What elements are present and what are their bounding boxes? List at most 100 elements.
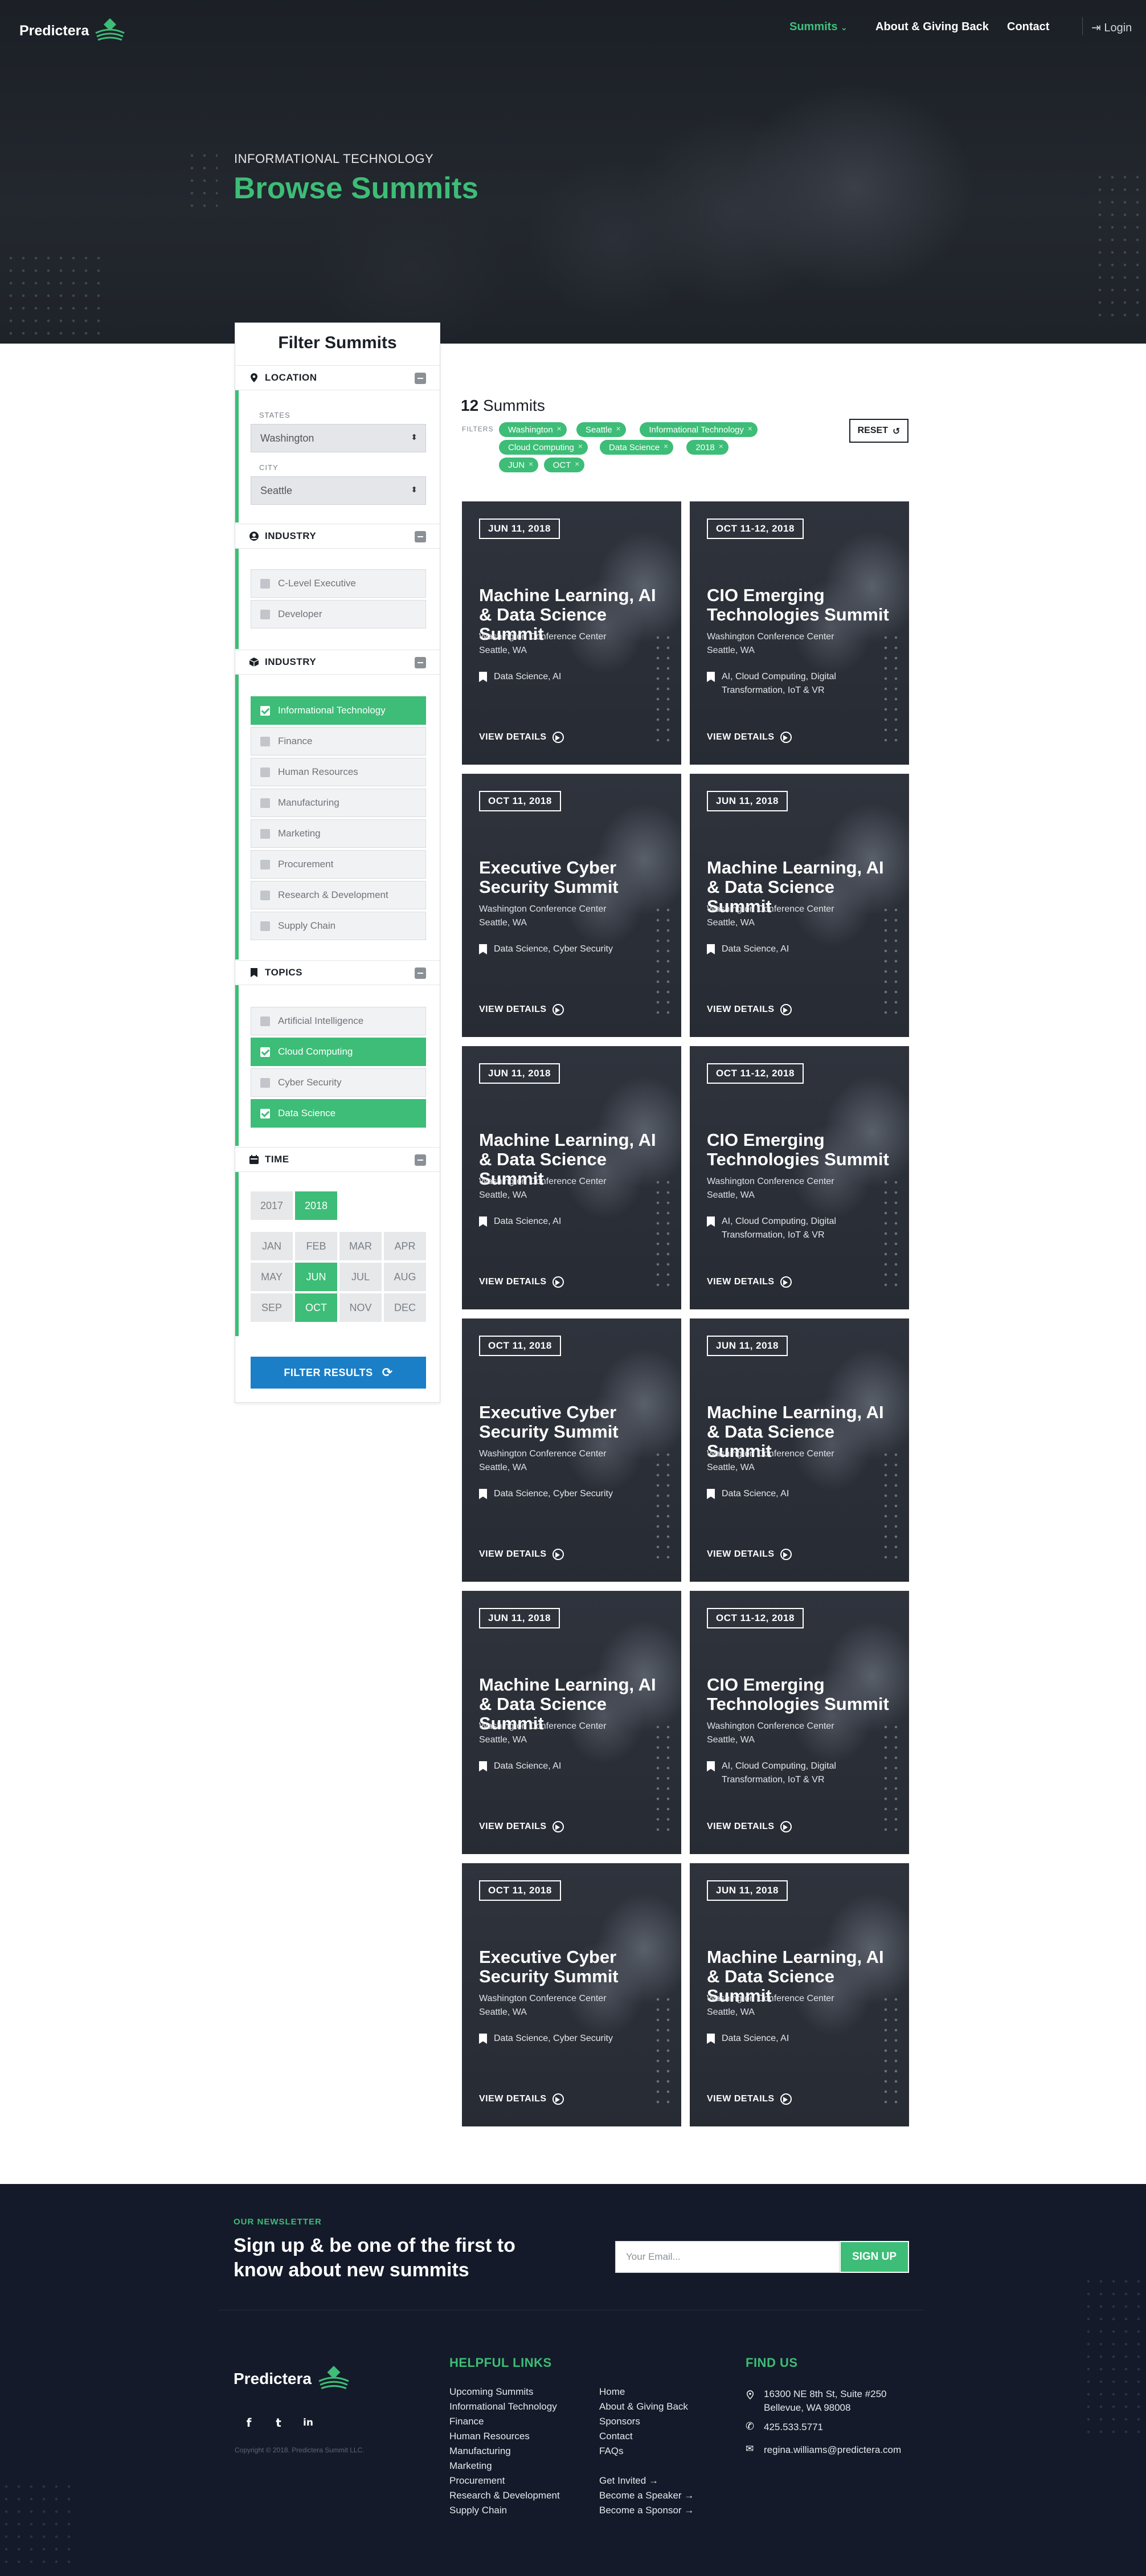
filter-results-button[interactable]: FILTER RESULTS ⟳: [251, 1357, 426, 1389]
summit-card[interactable]: JUN 11, 2018 Machine Learning, AI & Data …: [690, 1863, 909, 2126]
checkbox-developer[interactable]: Developer: [251, 600, 426, 628]
view-details-link[interactable]: VIEW DETAILS: [479, 1549, 564, 1560]
linkedin-icon[interactable]: in: [298, 2413, 318, 2432]
view-details-link[interactable]: VIEW DETAILS: [479, 1821, 564, 1832]
card-title[interactable]: CIO Emerging Technologies Summit: [707, 1675, 901, 1714]
month-dec[interactable]: DEC: [384, 1293, 426, 1322]
footer-link[interactable]: Manufacturing: [449, 2446, 511, 2457]
month-apr[interactable]: APR: [384, 1232, 426, 1260]
summit-card[interactable]: JUN 11, 2018 Machine Learning, AI & Data …: [690, 1318, 909, 1582]
footer-link[interactable]: Home: [599, 2386, 625, 2398]
section-location-header[interactable]: LOCATION: [235, 365, 440, 390]
summit-card[interactable]: OCT 11-12, 2018 CIO Emerging Technologies…: [690, 501, 909, 765]
month-oct[interactable]: OCT: [295, 1293, 337, 1322]
states-select[interactable]: Washington ⬍: [251, 424, 426, 452]
checkbox-procurement[interactable]: Procurement: [251, 850, 426, 879]
view-details-link[interactable]: VIEW DETAILS: [479, 1276, 564, 1288]
filter-tag[interactable]: 2018: [686, 440, 728, 455]
checkbox-manufacturing[interactable]: Manufacturing: [251, 789, 426, 817]
summit-card[interactable]: JUN 11, 2018 Machine Learning, AI & Data …: [462, 1046, 681, 1309]
view-details-link[interactable]: VIEW DETAILS: [479, 1004, 564, 1015]
collapse-icon[interactable]: [415, 373, 426, 384]
card-title[interactable]: CIO Emerging Technologies Summit: [707, 586, 901, 624]
checkbox-human-resources[interactable]: Human Resources: [251, 758, 426, 786]
filter-tag[interactable]: Seattle: [576, 422, 626, 437]
collapse-icon[interactable]: [415, 1154, 426, 1166]
footer-link[interactable]: Upcoming Summits: [449, 2386, 533, 2398]
city-select[interactable]: Seattle ⬍: [251, 476, 426, 505]
nav-login[interactable]: ⇥ Login: [1091, 21, 1132, 35]
checkbox-informational-technology[interactable]: Informational Technology: [251, 696, 426, 725]
nav-summits[interactable]: Summits ⌄: [789, 21, 848, 34]
view-details-link[interactable]: VIEW DETAILS: [707, 1276, 792, 1288]
collapse-icon[interactable]: [415, 967, 426, 979]
summit-card[interactable]: JUN 11, 2018 Machine Learning, AI & Data …: [462, 501, 681, 765]
view-details-link[interactable]: VIEW DETAILS: [707, 2093, 792, 2105]
summit-card[interactable]: OCT 11, 2018 Executive Cyber Security Sum…: [462, 1863, 681, 2126]
filter-tag[interactable]: Data Science: [600, 440, 674, 455]
month-aug[interactable]: AUG: [384, 1263, 426, 1291]
footer-link[interactable]: Sponsors: [599, 2416, 640, 2427]
twitter-icon[interactable]: t: [269, 2413, 288, 2432]
card-title[interactable]: Executive Cyber Security Summit: [479, 1948, 673, 1986]
month-jul[interactable]: JUL: [339, 1263, 382, 1291]
footer-link[interactable]: Procurement: [449, 2475, 505, 2487]
section-topics-header[interactable]: TOPICS: [235, 960, 440, 985]
checkbox-artificial-intelligence[interactable]: Artificial Intelligence: [251, 1007, 426, 1035]
checkbox-cloud-computing[interactable]: Cloud Computing: [251, 1038, 426, 1066]
checkbox-c-level-executive[interactable]: C-Level Executive: [251, 569, 426, 598]
footer-link[interactable]: Research & Development: [449, 2490, 560, 2501]
footer-cta-link[interactable]: Become a Sponsor →: [599, 2505, 694, 2516]
newsletter-signup-button[interactable]: SIGN UP: [840, 2241, 909, 2273]
filter-tag[interactable]: Cloud Computing: [499, 440, 588, 455]
section-industry-header[interactable]: INDUSTRY: [235, 650, 440, 675]
footer-logo[interactable]: Predictera: [234, 2365, 351, 2393]
footer-link[interactable]: Marketing: [449, 2460, 492, 2472]
month-jan[interactable]: JAN: [251, 1232, 293, 1260]
view-details-link[interactable]: VIEW DETAILS: [707, 1004, 792, 1015]
summit-card[interactable]: OCT 11-12, 2018 CIO Emerging Technologies…: [690, 1591, 909, 1854]
footer-link[interactable]: Finance: [449, 2416, 484, 2427]
checkbox-data-science[interactable]: Data Science: [251, 1099, 426, 1128]
facebook-icon[interactable]: f: [239, 2413, 259, 2432]
footer-link[interactable]: Supply Chain: [449, 2505, 507, 2516]
filter-tag[interactable]: Washington: [499, 422, 567, 437]
section-time-header[interactable]: TIME: [235, 1147, 440, 1172]
card-title[interactable]: CIO Emerging Technologies Summit: [707, 1130, 901, 1169]
footer-link[interactable]: Informational Technology: [449, 2401, 557, 2412]
checkbox-cyber-security[interactable]: Cyber Security: [251, 1068, 426, 1097]
brand-logo[interactable]: Predictera: [19, 17, 126, 44]
summit-card[interactable]: OCT 11, 2018 Executive Cyber Security Sum…: [462, 774, 681, 1037]
view-details-link[interactable]: VIEW DETAILS: [479, 2093, 564, 2105]
summit-card[interactable]: JUN 11, 2018 Machine Learning, AI & Data …: [690, 774, 909, 1037]
summit-card[interactable]: JUN 11, 2018 Machine Learning, AI & Data …: [462, 1591, 681, 1854]
view-details-link[interactable]: VIEW DETAILS: [707, 1549, 792, 1560]
year-2018[interactable]: 2018: [295, 1191, 337, 1220]
month-may[interactable]: MAY: [251, 1263, 293, 1291]
nav-contact[interactable]: Contact: [1007, 21, 1049, 34]
card-title[interactable]: Executive Cyber Security Summit: [479, 858, 673, 897]
reset-button[interactable]: RESET ↺: [849, 419, 908, 443]
footer-cta-link[interactable]: Get Invited →: [599, 2475, 658, 2487]
view-details-link[interactable]: VIEW DETAILS: [707, 732, 792, 743]
month-nov[interactable]: NOV: [339, 1293, 382, 1322]
checkbox-marketing[interactable]: Marketing: [251, 819, 426, 848]
filter-tag[interactable]: OCT: [543, 458, 585, 472]
checkbox-research-development[interactable]: Research & Development: [251, 881, 426, 909]
collapse-icon[interactable]: [415, 531, 426, 542]
year-2017[interactable]: 2017: [251, 1191, 293, 1220]
checkbox-finance[interactable]: Finance: [251, 727, 426, 756]
collapse-icon[interactable]: [415, 657, 426, 668]
nav-about[interactable]: About & Giving Back: [875, 21, 989, 34]
newsletter-email-input[interactable]: Your Email...: [615, 2241, 840, 2273]
month-jun[interactable]: JUN: [295, 1263, 337, 1291]
footer-link[interactable]: Contact: [599, 2431, 633, 2442]
footer-cta-link[interactable]: Become a Speaker →: [599, 2490, 694, 2501]
month-mar[interactable]: MAR: [339, 1232, 382, 1260]
section-role-header[interactable]: INDUSTRY: [235, 524, 440, 549]
phone-number[interactable]: 425.533.5771: [764, 2420, 823, 2434]
month-sep[interactable]: SEP: [251, 1293, 293, 1322]
checkbox-supply-chain[interactable]: Supply Chain: [251, 912, 426, 940]
month-feb[interactable]: FEB: [295, 1232, 337, 1260]
view-details-link[interactable]: VIEW DETAILS: [479, 732, 564, 743]
